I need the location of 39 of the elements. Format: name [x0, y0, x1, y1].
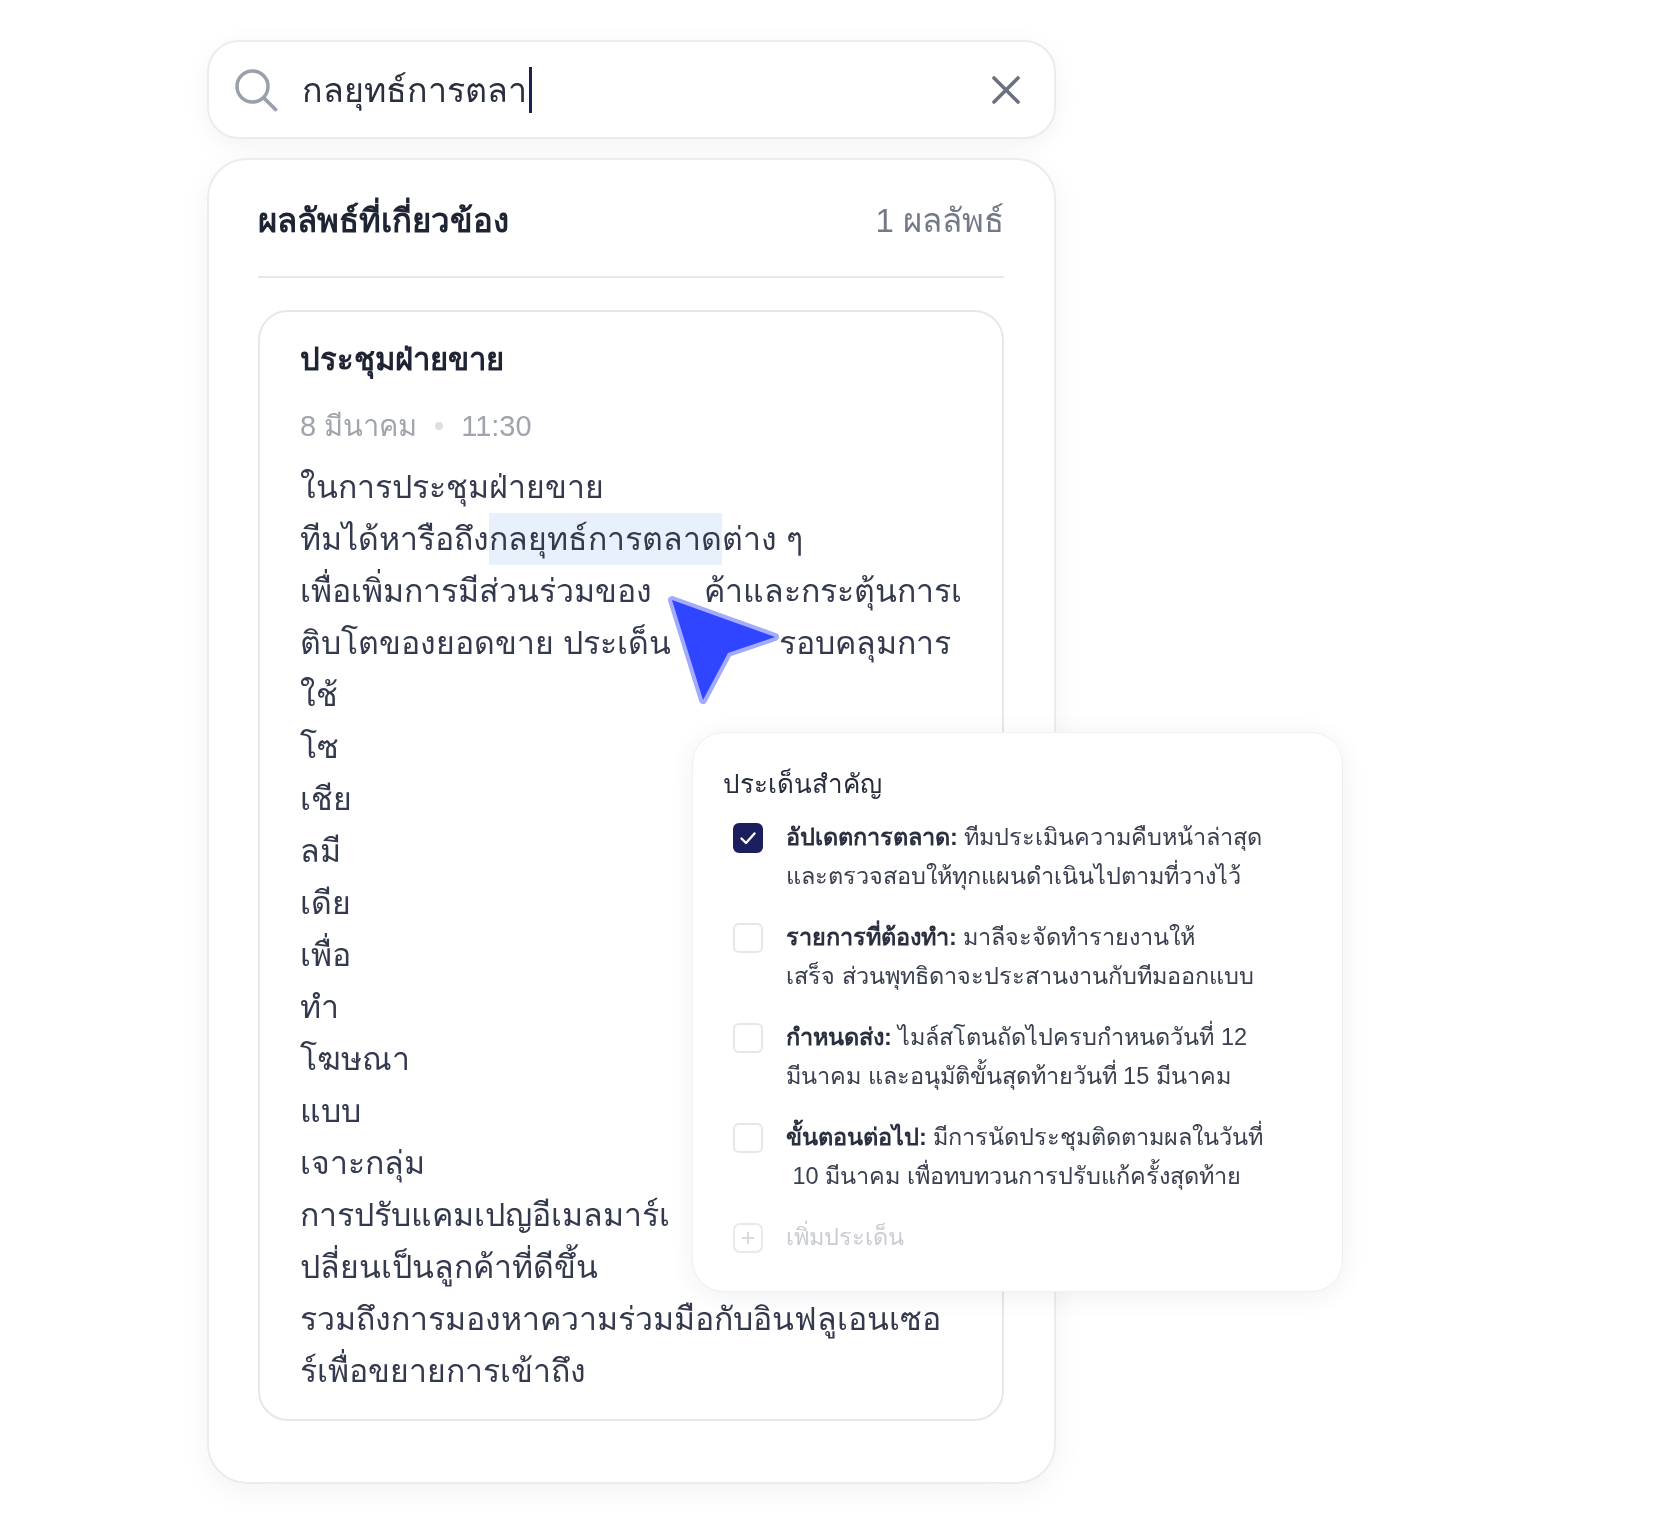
key-point-text: อัปเดตการตลาด: ทีมประเมินความคืบหน้าล่าสุด และตรวจสอบให้ทุกแผนดำเนินไปตามที่วางไว้	[786, 823, 1263, 892]
note-date: 8 มีนาคม	[300, 409, 418, 444]
note-text: ติบโตของยอดขาย ประเด็น	[300, 623, 671, 663]
note-text: ลมี	[300, 832, 341, 871]
note-title: ประชุมฝ่ายขาย	[300, 341, 505, 381]
note-text: ใช้	[300, 676, 338, 715]
note-text: ร์เพื่อขยายการเข้าถึง	[300, 1345, 586, 1397]
note-text: ต่าง ๆ	[722, 520, 803, 559]
checkbox[interactable]	[733, 823, 763, 853]
key-point-text: ขั้นตอนต่อไป: มีการนัดประชุมติดตามผลในวันที่ 10 มีนาคม เพื่อทบทวนการปรับแก้ครั้งสุดท้าย	[786, 1118, 1264, 1196]
note-text: แบบ	[300, 1092, 361, 1131]
separator-dot-icon	[435, 422, 444, 430]
search-icon	[234, 67, 278, 112]
note-text: เดีย	[300, 884, 351, 923]
checkmark-icon	[739, 829, 757, 847]
plus-icon	[733, 1222, 763, 1253]
popup-title: ประเด็นสำคัญ	[723, 767, 883, 801]
note-text: ค้าและกระตุ้นการเ	[704, 572, 962, 613]
note-text: ปลี่ยนเป็นลูกค้าที่ดีขึ้น	[300, 1241, 598, 1293]
result-count: 1 ผลลัพธ์	[875, 201, 1004, 241]
key-point-text: รายการที่ต้องทำ: มาลีจะจัดทำรายงานให้ เสร็จ ส่วนพุทธิดาจะประสานงานกับทีมออกแบบ	[786, 918, 1254, 996]
close-icon	[991, 74, 1021, 105]
note-text: รอบคลุมการ	[778, 624, 951, 665]
note-text: โซ	[300, 728, 339, 767]
note-text: ทำ	[300, 988, 339, 1027]
note-time: 11:30	[461, 409, 532, 444]
results-title: ผลลัพธ์ที่เกี่ยวข้อง	[258, 198, 509, 244]
search-input[interactable]: กลยุทธ์การตลา	[302, 66, 984, 113]
note-text: การปรับแคมเปญอีเมลมาร์เ	[300, 1196, 670, 1235]
note-text: รวมถึงการมองหาความร่วมมือกับอินฟลูเอนเซอ	[300, 1300, 941, 1341]
note-text: เจาะกลุ่ม	[300, 1144, 425, 1185]
note-text: โฆษณา	[300, 1040, 410, 1079]
search-match-highlight: กลยุทธ์การตลาด	[489, 513, 722, 565]
note-text: เพื่อเพิ่มการมีส่วนร่วมของ	[300, 565, 652, 617]
note-text: เพื่อ	[300, 929, 351, 981]
note-text: ในการประชุมฝ่ายขาย	[300, 468, 604, 509]
key-point-text: กำหนดส่ง: ไมล์สโตนถัดไปครบกำหนดวันที่ 12 มีนาคม และอนุมัติขั้นสุดท้ายวันที่ 15 มีนาคม	[786, 1018, 1248, 1096]
note-text: เชีย	[300, 780, 352, 819]
note-text: ทีมได้หารือถึง	[300, 520, 489, 559]
